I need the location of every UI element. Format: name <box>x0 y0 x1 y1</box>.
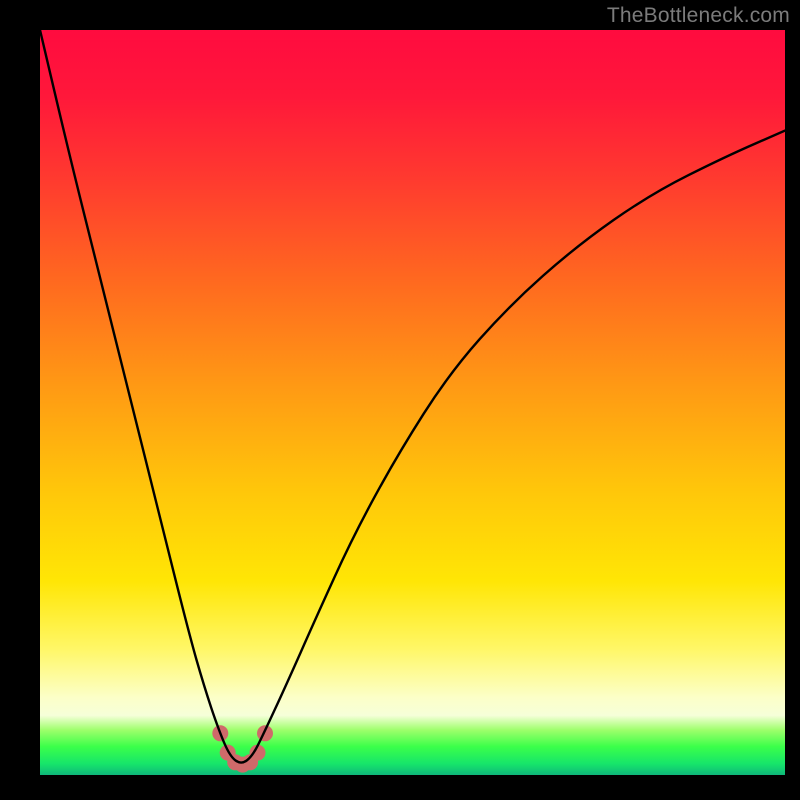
watermark-text: TheBottleneck.com <box>607 4 790 28</box>
curve-path <box>40 30 785 763</box>
chart-svg <box>40 30 785 775</box>
chart-frame: TheBottleneck.com <box>0 0 800 800</box>
plot-area <box>40 30 785 775</box>
